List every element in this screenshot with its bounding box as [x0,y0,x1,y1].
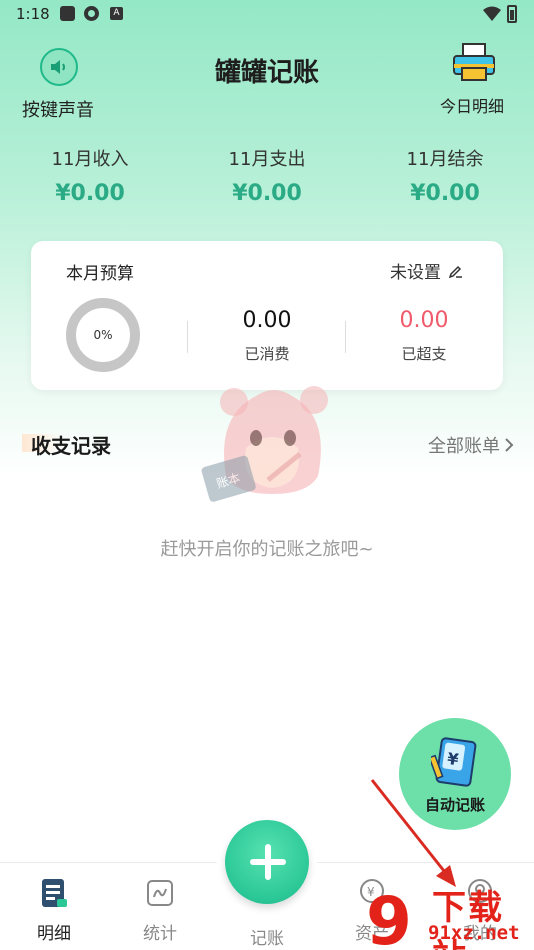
sync-icon [84,6,99,21]
budget-title: 本月预算 [66,264,134,284]
mascot-illustration: 账本 [201,386,328,502]
budget-setting-button[interactable]: 未设置 [390,258,463,283]
edit-icon [449,265,462,278]
nav-detail-label: 明细 [37,924,71,944]
today-detail-button[interactable]: 今日明细 [436,42,516,116]
nav-stats[interactable]: 统计 [120,877,200,944]
month-summary: 11月收入 ¥0.00 11月支出 ¥0.00 11月结余 ¥0.00 [0,145,534,215]
watermark-logo: 9 [366,883,412,950]
auto-record-button[interactable]: ¥ 自动记账 [399,718,511,830]
keyboard-icon: A [110,7,123,20]
all-bills-label: 全部账单 [428,436,500,457]
records-title: 收支记录 [31,434,111,458]
over-label: 已超支 [401,345,447,363]
balance-label: 11月结余 [406,149,484,170]
budget-progress-text: 0% [93,328,113,342]
auto-record-label: 自动记账 [424,796,485,814]
over-stat: 0.00 已超支 [349,308,499,364]
income-value: ¥0.00 [55,181,125,206]
status-time: 1:18 [16,5,50,23]
income-label: 11月收入 [51,149,129,170]
divider [345,321,346,353]
expense-label: 11月支出 [228,149,306,170]
battery-icon [507,5,517,23]
balance-summary: 11月结余 ¥0.00 [375,145,515,206]
all-bills-link[interactable]: 全部账单 [428,432,514,458]
income-summary: 11月收入 ¥0.00 [20,145,160,206]
notification-icon [60,6,75,21]
key-sound-label: 按键声音 [22,100,94,121]
nav-stats-label: 统计 [143,924,177,944]
empty-state-text: 赶快开启你的记账之旅吧~ [160,539,374,560]
ledger-book-icon: ¥ [431,737,477,787]
chevron-right-icon [505,438,514,452]
budget-progress-ring: 0% [66,298,140,372]
detail-icon [42,879,67,907]
over-value: 0.00 [399,308,449,333]
add-record-button[interactable] [225,820,309,904]
spent-label: 已消费 [244,345,290,363]
nav-detail[interactable]: 明细 [14,877,94,944]
expense-summary: 11月支出 ¥0.00 [197,145,337,206]
spent-value: 0.00 [242,308,292,333]
balance-value: ¥0.00 [410,181,480,206]
add-record-label: 记账 [250,929,284,949]
spent-stat: 0.00 已消费 [192,308,342,364]
plus-icon [250,844,286,880]
watermark-url: 91xz.net [428,922,520,944]
printer-icon [453,43,495,81]
status-bar: 1:18 A [0,0,534,30]
watermark-logo-text: 9 [366,883,412,950]
watermark: 9 下载站 91xz.net [362,880,534,950]
expense-value: ¥0.00 [232,181,302,206]
today-detail-label: 今日明细 [440,97,505,116]
wifi-icon [483,6,501,21]
chart-icon [147,880,173,906]
budget-setting-label: 未设置 [390,263,441,283]
divider [187,321,188,353]
budget-card[interactable]: 本月预算 未设置 0% 0.00 已消费 0.00 已超支 [31,241,503,390]
